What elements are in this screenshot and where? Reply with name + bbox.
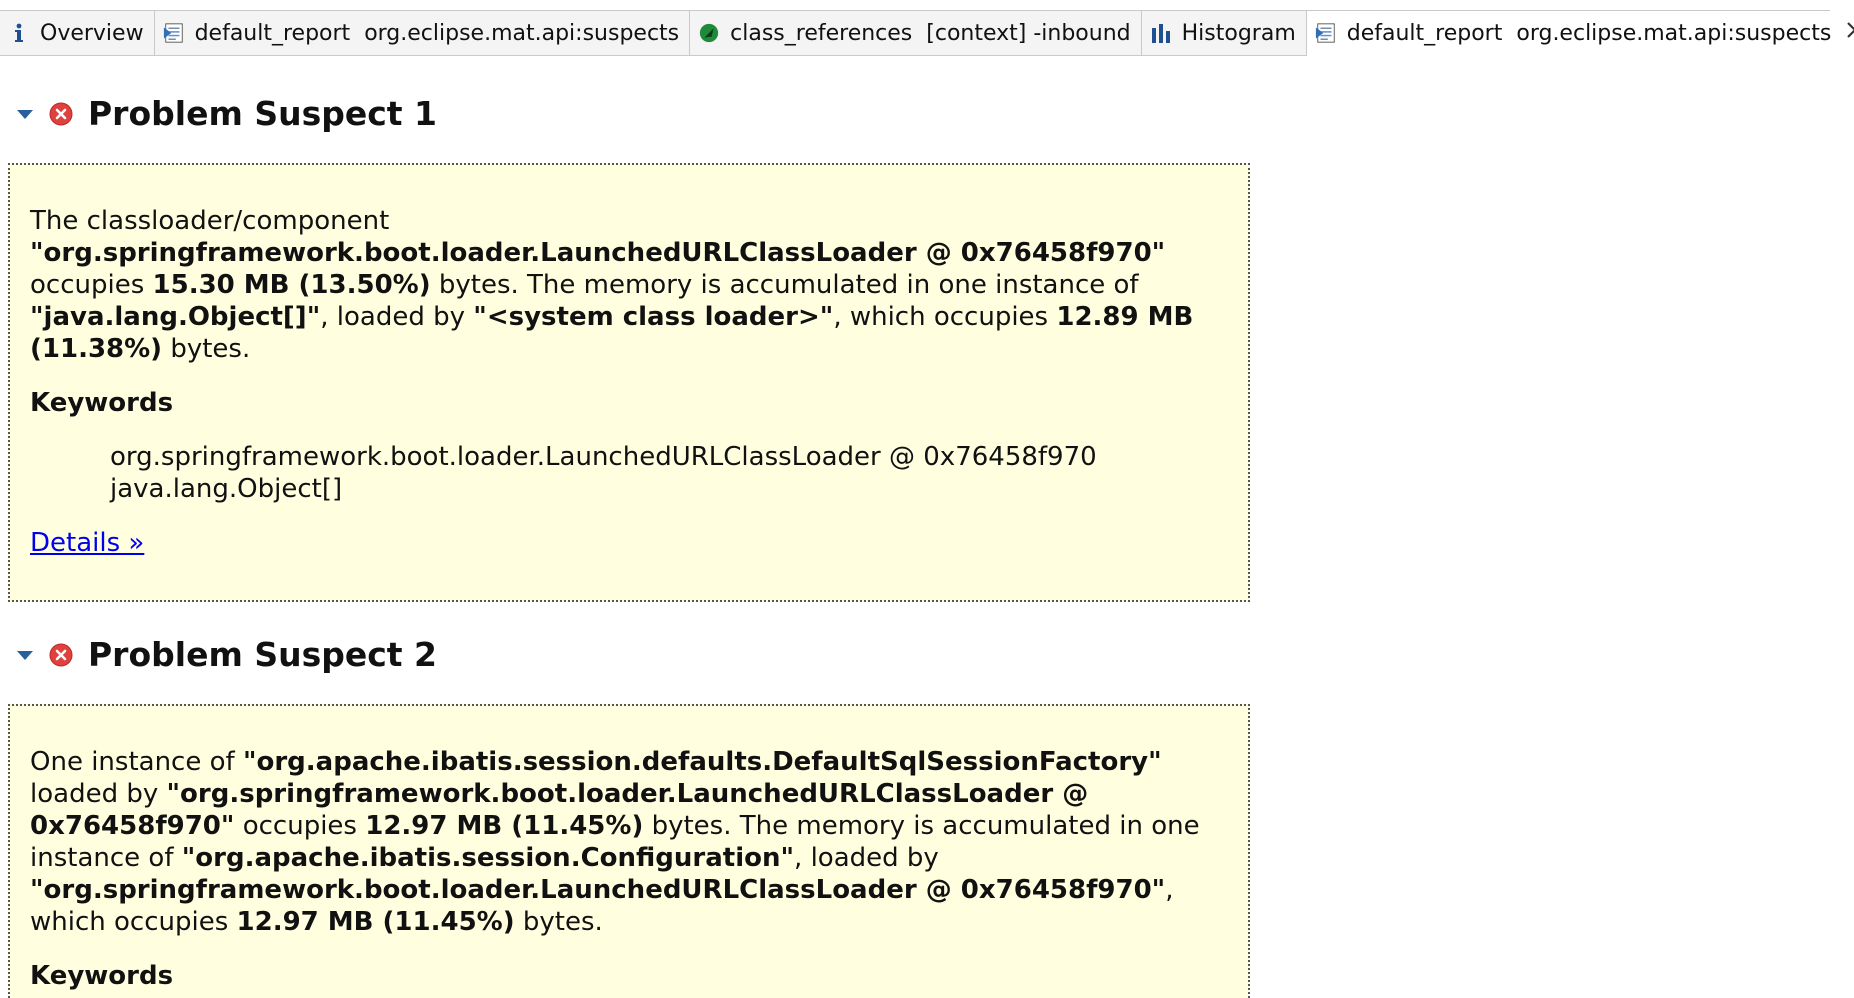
desc-bold: "<system class loader>" (473, 302, 834, 332)
tab-label: default_report (1346, 20, 1503, 46)
desc-bold: "org.springframework.boot.loader.Launche… (30, 875, 1166, 905)
suspect-description: One instance of "org.apache.ibatis.sessi… (30, 746, 1228, 938)
report-icon (163, 22, 185, 44)
desc-text: , which occupies (833, 302, 1057, 332)
close-tab-icon[interactable] (1845, 20, 1854, 46)
desc-bold: "org.apache.ibatis.session.Configuration… (181, 843, 795, 873)
desc-text: occupies (234, 811, 366, 841)
desc-bold: 12.97 MB (11.45%) (236, 907, 515, 937)
tab-sublabel: org.eclipse.mat.api:suspects (364, 20, 680, 46)
error-icon (48, 101, 74, 127)
desc-text: One instance of (30, 747, 243, 777)
tab-default-report-1[interactable]: default_report org.eclipse.mat.api:suspec… (154, 11, 691, 55)
suspect-2-header: Problem Suspect 2 (14, 635, 437, 674)
tab-overview[interactable]: Overview (0, 11, 155, 55)
collapse-toggle-icon[interactable] (14, 644, 36, 666)
tab-label: Histogram (1181, 20, 1296, 46)
keywords-heading: Keywords (30, 961, 174, 991)
error-icon (48, 642, 74, 668)
keyword-item: org.springframework.boot.loader.Launched… (110, 442, 1097, 472)
tab-class-references[interactable]: class_references [context] -inbound (690, 11, 1142, 55)
tab-sublabel: org.eclipse.mat.api:suspects (1516, 20, 1832, 46)
desc-text: loaded by (30, 779, 167, 809)
suspect-1-header: Problem Suspect 1 (14, 94, 437, 133)
tab-label: class_references (730, 20, 913, 46)
keywords-heading: Keywords (30, 388, 174, 418)
oql-icon (698, 22, 720, 44)
desc-text: The classloader/component (30, 206, 390, 236)
suspect-description: The classloader/component "org.springfra… (30, 205, 1228, 365)
desc-text: occupies (30, 270, 153, 300)
desc-text: bytes. The memory is accumulated in one … (430, 270, 1139, 300)
keywords-list: org.springframework.boot.loader.Launched… (110, 441, 1228, 505)
tab-sublabel: [context] -inbound (926, 20, 1131, 46)
desc-bold: "org.springframework.boot.loader.Launche… (30, 238, 1166, 268)
details-link[interactable]: Details » (30, 527, 144, 559)
desc-text: , loaded by (794, 843, 939, 873)
desc-text: bytes. (514, 907, 603, 937)
suspect-1-box: The classloader/component "org.springfra… (8, 163, 1250, 602)
desc-bold: "java.lang.Object[]" (30, 302, 321, 332)
collapse-toggle-icon[interactable] (14, 103, 36, 125)
keyword-item: java.lang.Object[] (110, 474, 343, 504)
tab-default-report-2[interactable]: default_report org.eclipse.mat.api:suspec… (1306, 11, 1854, 56)
suspect-title: Problem Suspect 1 (88, 94, 438, 133)
info-icon (8, 22, 30, 44)
editor-tab-bar: Overview default_report org.eclipse.mat.a… (0, 10, 1854, 56)
suspect-title: Problem Suspect 2 (88, 635, 438, 674)
tab-label: Overview (40, 20, 144, 46)
tab-label: default_report (194, 20, 351, 46)
tab-histogram[interactable]: Histogram (1141, 11, 1307, 55)
suspect-2-box: One instance of "org.apache.ibatis.sessi… (8, 704, 1250, 998)
desc-text: , loaded by (320, 302, 474, 332)
report-icon (1315, 22, 1337, 44)
desc-bold: 15.30 MB (13.50%) (152, 270, 431, 300)
desc-bold: 12.97 MB (11.45%) (365, 811, 644, 841)
histogram-icon (1150, 22, 1172, 44)
desc-bold: "org.apache.ibatis.session.defaults.Defa… (242, 747, 1162, 777)
desc-text: bytes. (162, 334, 251, 364)
